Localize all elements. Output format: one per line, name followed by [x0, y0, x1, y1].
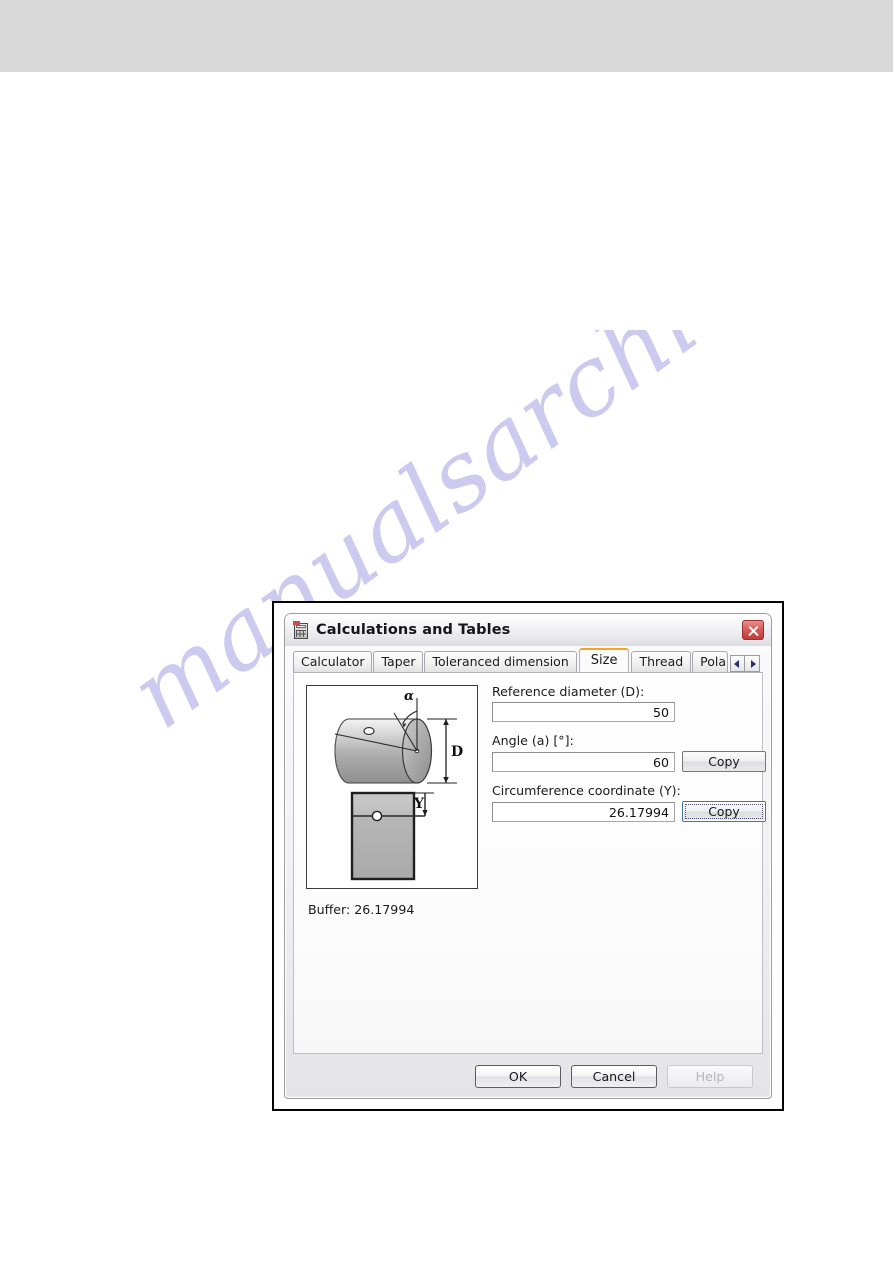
tab-scroll-controls [730, 655, 761, 672]
tab-taper[interactable]: Taper [373, 651, 424, 672]
circumference-coordinate-row: 26.17994 Copy [492, 801, 766, 822]
tab-toleranced-dimension[interactable]: Toleranced dimension [424, 651, 577, 672]
figure-frame: Calculations and Tables Calculator Taper… [272, 601, 784, 1111]
svg-text:Y: Y [413, 796, 425, 812]
angle-input[interactable]: 60 [492, 751, 675, 772]
cancel-button[interactable]: Cancel [571, 1064, 657, 1088]
cylinder-unrolled-diagram: α D Y [306, 685, 478, 889]
size-tab-panel: α D Y Reference diameter (D): 50 Angle (… [293, 672, 766, 1054]
diagram-svg: α D Y [334, 689, 463, 881]
tab-bar: Calculator Taper Toleranced dimension Si… [293, 648, 763, 672]
size-form: Reference diameter (D): 50 Angle (a) [°]… [492, 683, 766, 833]
tab-thread[interactable]: Thread [631, 651, 692, 672]
chevron-left-icon[interactable] [730, 655, 746, 672]
calculations-and-tables-dialog: Calculations and Tables Calculator Taper… [284, 613, 772, 1099]
svg-text:D: D [451, 744, 463, 760]
angle-label: Angle (a) [°]: [492, 733, 574, 748]
close-icon[interactable] [742, 620, 764, 640]
chevron-right-icon[interactable] [745, 655, 761, 672]
circumference-coordinate-input[interactable]: 26.17994 [492, 801, 675, 822]
dialog-footer: OK Cancel Help [285, 1054, 771, 1098]
reference-diameter-row: 50 [492, 702, 766, 722]
help-button: Help [667, 1064, 753, 1088]
page-header-band [0, 0, 893, 72]
copy-circumference-button[interactable]: Copy [682, 801, 766, 822]
svg-text:α: α [404, 689, 414, 704]
copy-angle-button[interactable]: Copy [682, 751, 766, 772]
reference-diameter-label: Reference diameter (D): [492, 684, 645, 699]
panel-content-row: α D Y Reference diameter (D): 50 Angle (… [306, 683, 766, 889]
buffer-status-text: Buffer: 26.17994 [308, 902, 415, 917]
angle-row: 60 Copy [492, 751, 766, 772]
tab-size[interactable]: Size [578, 648, 630, 672]
calculator-icon [293, 620, 310, 640]
reference-diameter-input[interactable]: 50 [492, 702, 675, 722]
tab-calculator[interactable]: Calculator [293, 651, 373, 672]
dialog-title: Calculations and Tables [316, 622, 511, 638]
ok-button[interactable]: OK [475, 1064, 561, 1088]
dialog-titlebar[interactable]: Calculations and Tables [285, 614, 771, 646]
circumference-coordinate-label: Circumference coordinate (Y): [492, 783, 681, 798]
tab-polar[interactable]: Polar [692, 651, 729, 672]
